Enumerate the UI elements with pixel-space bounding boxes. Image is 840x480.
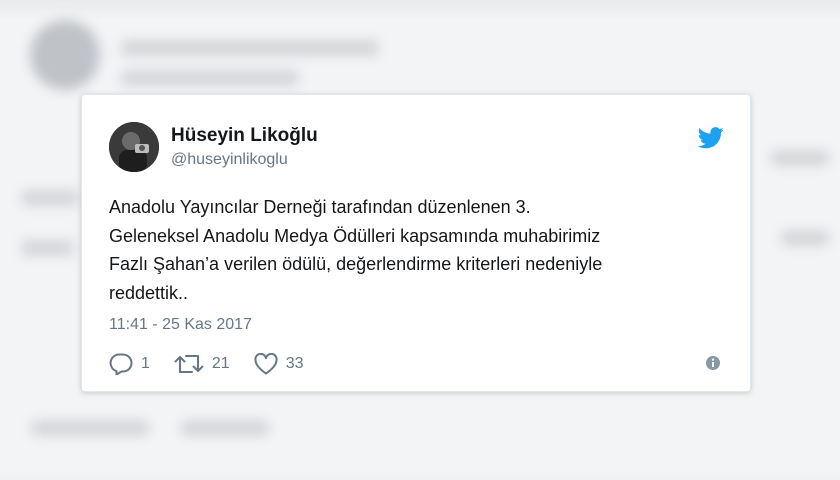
heart-icon [254, 353, 278, 375]
background-text-line [780, 230, 830, 246]
retweet-count: 21 [211, 355, 230, 372]
display-name[interactable]: Hüseyin Likoğlu [171, 125, 318, 147]
background-text-line [180, 420, 270, 436]
background-text-line [770, 150, 830, 166]
like-button[interactable]: 33 [254, 353, 304, 375]
avatar-photo [109, 122, 159, 172]
background-text-line [20, 240, 75, 256]
background-text-line [120, 40, 380, 56]
retweet-button[interactable]: 21 [174, 353, 230, 375]
background-text-line [20, 190, 80, 206]
background-text-line [30, 420, 150, 436]
reply-icon [109, 353, 133, 375]
avatar[interactable] [109, 122, 159, 172]
user-handle[interactable]: @huseyinlikoglu [171, 151, 288, 169]
retweet-icon [174, 355, 204, 373]
twitter-bird-icon[interactable] [697, 127, 724, 149]
background-text-line [120, 70, 300, 86]
tweet-card: Hüseyin Likoğlu @huseyinlikoglu Anadolu … [81, 94, 751, 392]
info-icon[interactable] [705, 355, 721, 371]
tweet-text: Anadolu Yayıncılar Derneği tarafından dü… [109, 197, 603, 303]
tweet-actions: 1 21 33 [109, 352, 328, 376]
tweet-timestamp[interactable]: 11:41 - 25 Kas 2017 [109, 316, 252, 334]
background-avatar [30, 20, 100, 90]
reply-button[interactable]: 1 [109, 353, 150, 375]
reply-count: 1 [141, 355, 150, 372]
like-count: 33 [285, 355, 304, 372]
